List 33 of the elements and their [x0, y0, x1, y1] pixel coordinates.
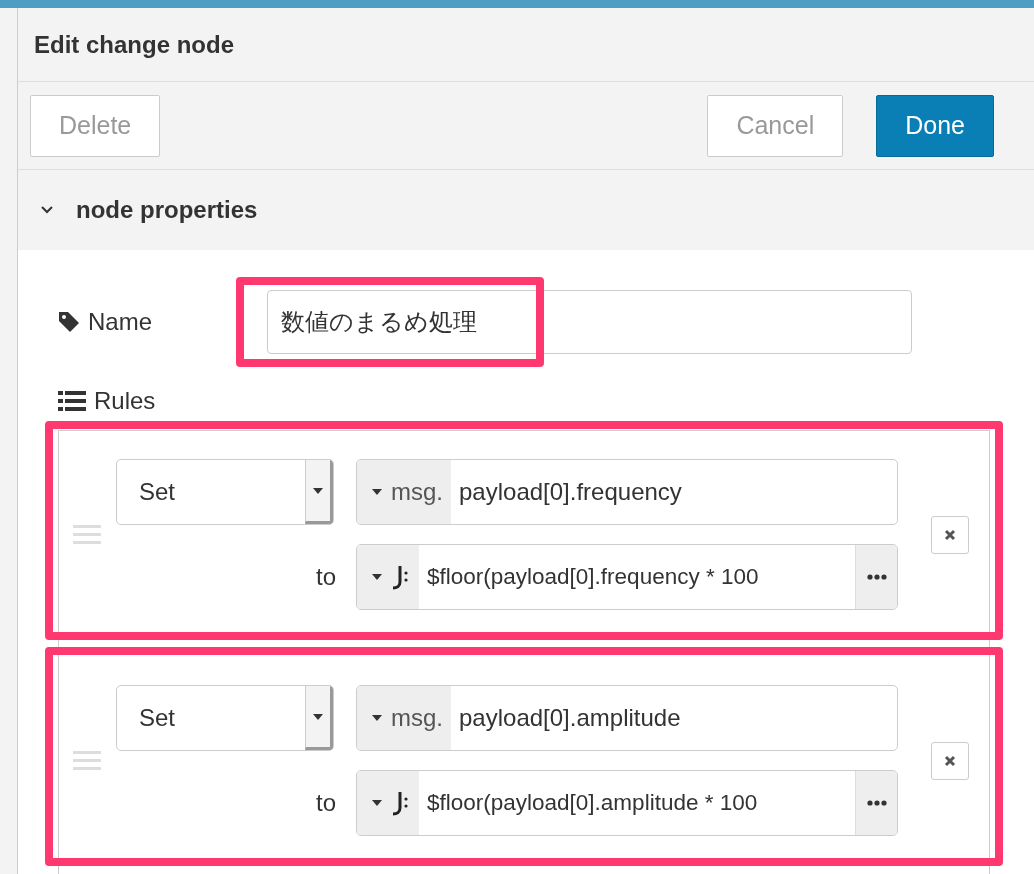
- drag-handle-icon[interactable]: [73, 525, 101, 544]
- caret-icon: [371, 799, 383, 807]
- done-button[interactable]: Done: [876, 94, 994, 157]
- to-label: to: [316, 789, 336, 817]
- name-input-field[interactable]: 数値のまるめ処理: [267, 290, 912, 354]
- ellipsis-icon: [866, 574, 887, 580]
- action-select[interactable]: Set: [116, 685, 334, 751]
- value-input-field[interactable]: $floor(payload[0].frequency * 100: [356, 544, 898, 610]
- caret-icon: [312, 486, 324, 495]
- close-icon: [944, 528, 956, 541]
- section-title[interactable]: node properties: [76, 196, 258, 224]
- more-button[interactable]: [855, 545, 897, 609]
- value-input-field[interactable]: $floor(payload[0].amplitude * 100: [356, 770, 898, 836]
- tag-icon: [58, 311, 80, 333]
- target-input-field[interactable]: msg. payload[0].frequency: [356, 459, 898, 525]
- target-input-field[interactable]: msg. payload[0].amplitude: [356, 685, 898, 751]
- more-button[interactable]: [855, 771, 897, 835]
- chevron-icon[interactable]: [40, 205, 54, 215]
- delete-button[interactable]: [931, 515, 969, 554]
- close-icon: [944, 754, 956, 767]
- dialog-title: Edit change node: [34, 30, 234, 59]
- caret-icon: [371, 488, 383, 496]
- action-select[interactable]: Set: [116, 459, 334, 525]
- delete-button[interactable]: [931, 741, 969, 780]
- list-icon: [58, 391, 86, 411]
- rules-label: Rules: [94, 387, 156, 415]
- caret-icon: [371, 573, 383, 581]
- to-label: to: [316, 563, 336, 591]
- field-label: Name: [88, 308, 153, 336]
- ellipsis-icon: [866, 800, 887, 806]
- caret-icon: [371, 714, 383, 722]
- drag-handle-icon[interactable]: [73, 751, 101, 770]
- caret-icon: [312, 712, 324, 721]
